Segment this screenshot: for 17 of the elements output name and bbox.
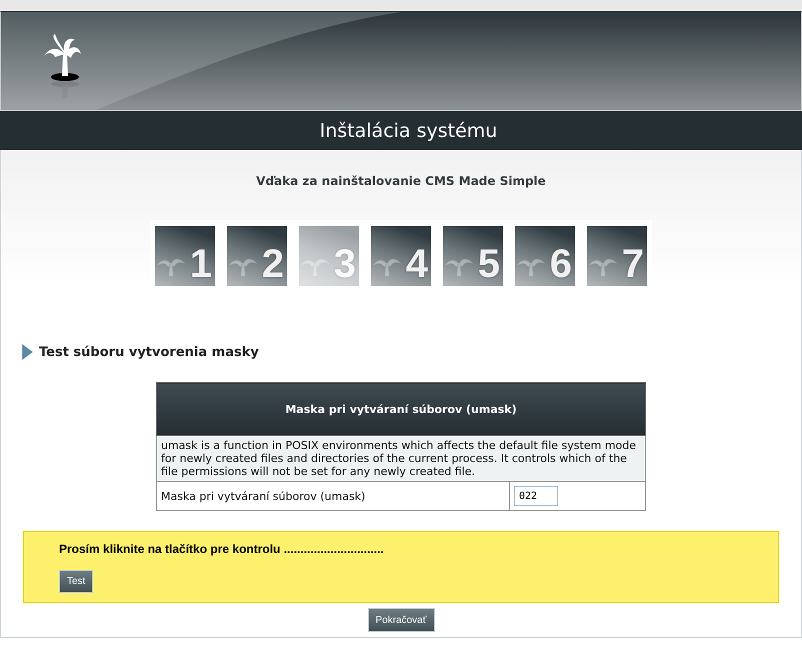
- step-tile[interactable]: 7: [587, 226, 647, 286]
- page-title: Inštalácia systému: [318, 120, 498, 142]
- field-label: Maska pri vytváraní súborov (umask): [156, 482, 510, 510]
- notice-text: Prosím kliknite na tlačítko pre kontrolu ..............................: [59, 542, 385, 556]
- step-tile[interactable]: 5: [443, 226, 503, 286]
- arrow-icon: [22, 344, 33, 360]
- description-text: umask is a function in POSIX environments which affects the default file system mode for newly created files and directories of the current process. It controls which of the file permissions will not be set for any newly created file.: [156, 436, 646, 482]
- test-button[interactable]: Test: [59, 570, 94, 593]
- continue-button[interactable]: Pokračovať: [368, 608, 434, 632]
- step-tile[interactable]: 4: [371, 226, 431, 286]
- umask-input[interactable]: 022: [514, 486, 558, 506]
- section-title: Test súboru vytvorenia masky: [39, 344, 259, 360]
- step-tile[interactable]: 1: [155, 226, 215, 286]
- step-tile[interactable]: 6: [515, 226, 575, 286]
- table-heading: Maska pri vytváraní súborov (umask): [156, 382, 646, 436]
- step-tile[interactable]: 2: [227, 226, 287, 286]
- intro-heading: Vďaka za nainštalovanie CMS Made Simple: [255, 174, 547, 188]
